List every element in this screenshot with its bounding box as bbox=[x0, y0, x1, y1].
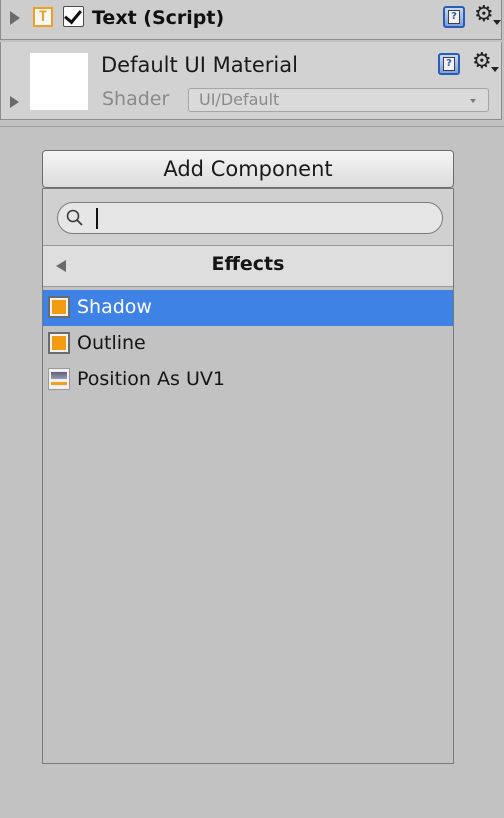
add-component-button[interactable]: Add Component bbox=[42, 150, 454, 188]
foldout-arrow-icon[interactable] bbox=[10, 11, 20, 25]
category-title: Effects bbox=[211, 253, 285, 275]
component-enabled-checkbox[interactable] bbox=[63, 5, 84, 27]
list-item-position-as-uv1[interactable]: Position As UV1 bbox=[43, 362, 453, 398]
list-item-label: Position As UV1 bbox=[77, 368, 225, 390]
shader-dropdown[interactable]: UI/Default bbox=[188, 88, 489, 112]
text-cursor bbox=[96, 208, 98, 229]
gear-dropdown-caret-icon bbox=[493, 20, 501, 25]
material-gear-dropdown-caret-icon bbox=[491, 67, 499, 72]
material-settings-gear-icon[interactable]: ⚙ bbox=[472, 51, 492, 73]
shadow-script-icon bbox=[48, 296, 70, 318]
search-icon bbox=[65, 208, 85, 228]
outline-script-icon bbox=[48, 332, 70, 354]
search-input[interactable] bbox=[57, 202, 443, 234]
shader-label: Shader bbox=[102, 88, 170, 110]
section-divider bbox=[0, 126, 504, 127]
dropdown-caret-icon bbox=[470, 99, 476, 103]
text-component-icon: T bbox=[33, 7, 53, 27]
position-as-uv1-icon bbox=[48, 368, 70, 390]
list-item-shadow[interactable]: Shadow bbox=[43, 290, 453, 326]
material-help-book-icon[interactable]: ? bbox=[438, 53, 460, 75]
list-item-outline[interactable]: Outline bbox=[43, 326, 453, 362]
checkmark-icon bbox=[64, 5, 82, 25]
material-name: Default UI Material bbox=[101, 53, 298, 77]
settings-gear-icon[interactable]: ⚙ bbox=[474, 4, 494, 26]
list-item-label: Shadow bbox=[77, 296, 152, 318]
component-title: Text (Script) bbox=[92, 7, 225, 29]
material-foldout-arrow-icon[interactable] bbox=[10, 96, 19, 108]
material-preview-thumbnail[interactable] bbox=[30, 53, 88, 110]
shader-dropdown-value: UI/Default bbox=[199, 90, 280, 109]
list-item-label: Outline bbox=[77, 332, 146, 354]
help-book-icon[interactable]: ? bbox=[443, 6, 465, 28]
